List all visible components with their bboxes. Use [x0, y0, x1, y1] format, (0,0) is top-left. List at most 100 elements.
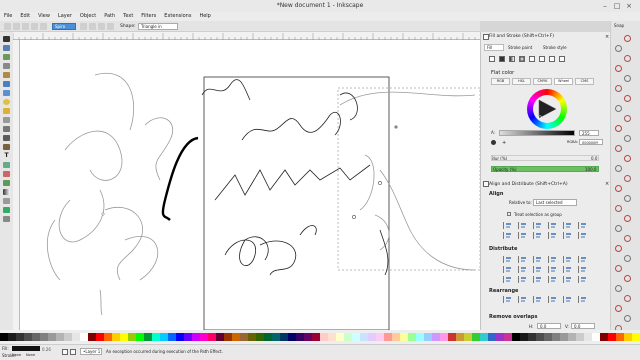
menu-edit[interactable]: Edit: [16, 12, 34, 21]
pencil-icon[interactable]: [3, 126, 10, 132]
snap-toggle-icon[interactable]: [615, 45, 622, 52]
palette-swatch[interactable]: [632, 333, 640, 341]
eraser-icon[interactable]: [3, 171, 10, 177]
print-icon[interactable]: [31, 23, 38, 30]
palette-swatch[interactable]: [552, 333, 560, 341]
palette-swatch[interactable]: [288, 333, 296, 341]
mesh-gradient-icon[interactable]: [529, 56, 535, 62]
rearrange-button[interactable]: [503, 296, 511, 303]
stroke-value[interactable]: None: [12, 353, 21, 357]
align-button[interactable]: [563, 232, 571, 239]
color-triangle[interactable]: [536, 98, 558, 120]
distribute-button[interactable]: [548, 256, 556, 263]
palette-swatch[interactable]: [280, 333, 288, 341]
snap-toggle-icon[interactable]: [624, 295, 631, 302]
h-input[interactable]: 0.0: [537, 323, 561, 329]
palette-swatch[interactable]: [344, 333, 352, 341]
palette-swatch[interactable]: [296, 333, 304, 341]
open-icon[interactable]: [13, 23, 20, 30]
rect-icon[interactable]: [3, 81, 10, 87]
snap-toggle-icon[interactable]: [615, 305, 622, 312]
palette-swatch[interactable]: [336, 333, 344, 341]
distribute-button[interactable]: [548, 266, 556, 273]
ruler-vertical[interactable]: [13, 40, 20, 330]
relative-select[interactable]: Last selected: [533, 199, 577, 206]
align-button[interactable]: [533, 222, 541, 229]
treat-group-checkbox[interactable]: [507, 212, 511, 216]
palette-swatch[interactable]: [616, 333, 624, 341]
zoom-icon[interactable]: [3, 63, 10, 69]
distribute-button[interactable]: [578, 276, 586, 283]
align-button[interactable]: [518, 232, 526, 239]
tab-stroke-paint[interactable]: Stroke paint: [508, 45, 532, 50]
palette-swatch[interactable]: [312, 333, 320, 341]
palette-swatch[interactable]: [464, 333, 472, 341]
palette-swatch[interactable]: [368, 333, 376, 341]
palette-swatch[interactable]: [576, 333, 584, 341]
v-input[interactable]: 0.0: [571, 323, 595, 329]
menu-text[interactable]: Text: [119, 12, 137, 21]
text-icon[interactable]: T: [3, 153, 10, 159]
palette-swatch[interactable]: [8, 333, 16, 341]
palette-swatch[interactable]: [200, 333, 208, 341]
palette-swatch[interactable]: [264, 333, 272, 341]
palette-swatch[interactable]: [504, 333, 512, 341]
tab-fill[interactable]: Fill: [484, 44, 504, 51]
alpha-slider[interactable]: [499, 130, 575, 136]
ellipse-icon[interactable]: [3, 99, 10, 105]
snap-toggle-icon[interactable]: [615, 185, 622, 192]
palette-swatch[interactable]: [384, 333, 392, 341]
path-node[interactable]: [394, 125, 398, 129]
eyedropper-icon[interactable]: [491, 140, 496, 145]
align-button[interactable]: [578, 232, 586, 239]
pattern-icon[interactable]: [539, 56, 545, 62]
ruler-horizontal[interactable]: [12, 32, 480, 40]
palette-swatch[interactable]: [0, 333, 8, 341]
snap-toggle-icon[interactable]: [615, 265, 622, 272]
distribute-button[interactable]: [563, 276, 571, 283]
tweak-icon[interactable]: [3, 54, 10, 60]
snap-toggle-icon[interactable]: [624, 195, 631, 202]
snap-toggle-icon[interactable]: [624, 75, 631, 82]
close-icon[interactable]: ×: [624, 1, 634, 11]
rgba-input[interactable]: 000000ff: [579, 139, 603, 145]
palette-swatch[interactable]: [232, 333, 240, 341]
linear-gradient-icon[interactable]: [509, 56, 515, 62]
palette-swatch[interactable]: [24, 333, 32, 341]
save-icon[interactable]: [22, 23, 29, 30]
alpha-input[interactable]: 255: [579, 130, 599, 136]
calligraphy-icon[interactable]: [3, 144, 10, 150]
star-icon[interactable]: [3, 108, 10, 114]
palette-swatch[interactable]: [96, 333, 104, 341]
rearrange-button[interactable]: [533, 296, 541, 303]
mode-rgb[interactable]: RGB: [491, 78, 510, 85]
align-button[interactable]: [503, 222, 511, 229]
minimize-icon[interactable]: –: [600, 1, 610, 11]
palette-swatch[interactable]: [544, 333, 552, 341]
distribute-button[interactable]: [578, 256, 586, 263]
palette-swatch[interactable]: [456, 333, 464, 341]
color-wheel[interactable]: [527, 89, 567, 129]
distribute-button[interactable]: [518, 256, 526, 263]
distribute-button[interactable]: [533, 276, 541, 283]
palette-swatch[interactable]: [536, 333, 544, 341]
palette-swatch[interactable]: [120, 333, 128, 341]
palette-swatch[interactable]: [400, 333, 408, 341]
snap-toggle-icon[interactable]: [624, 215, 631, 222]
snap-toggle-icon[interactable]: [615, 65, 622, 72]
flat-color-icon[interactable]: [499, 56, 505, 62]
snap-toggle-icon[interactable]: [615, 145, 622, 152]
menu-layer[interactable]: Layer: [54, 12, 76, 21]
plus-icon[interactable]: +: [502, 140, 506, 146]
distribute-button[interactable]: [533, 266, 541, 273]
snap-toggle-icon[interactable]: [615, 105, 622, 112]
palette-swatch[interactable]: [568, 333, 576, 341]
measure-icon[interactable]: [3, 72, 10, 78]
snap-toggle-icon[interactable]: [624, 35, 631, 42]
mesh-icon[interactable]: [3, 198, 10, 204]
mode-cmyk[interactable]: CMYK: [533, 78, 552, 85]
palette-swatch[interactable]: [328, 333, 336, 341]
align-button[interactable]: [563, 222, 571, 229]
palette-swatch[interactable]: [416, 333, 424, 341]
path-node[interactable]: [101, 212, 105, 216]
